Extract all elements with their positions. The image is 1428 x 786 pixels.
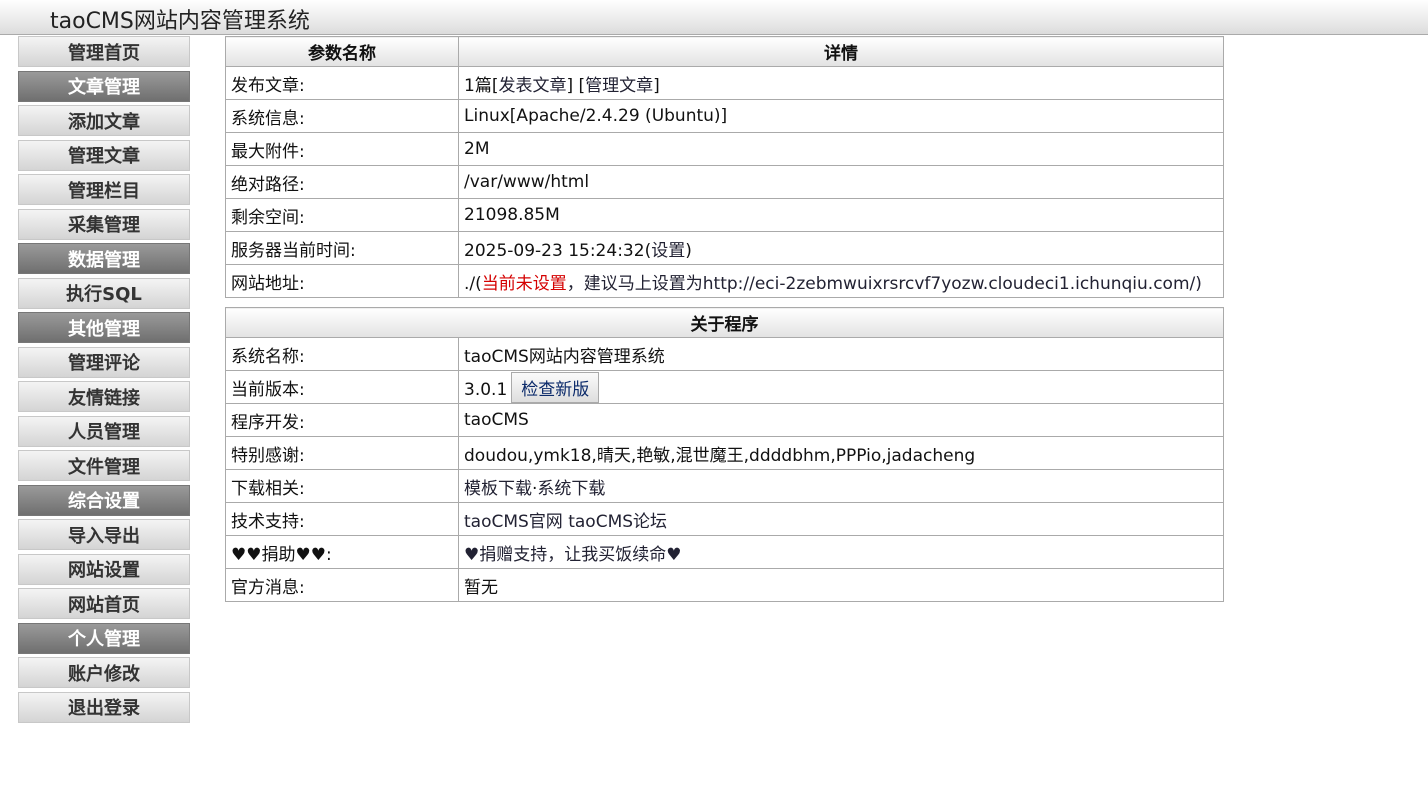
official-site-link[interactable]: taoCMS官网 [464, 512, 563, 532]
manage-article-link[interactable]: 管理文章 [585, 76, 653, 96]
template-download-link[interactable]: 模板下载 [464, 479, 532, 499]
row-label: 技术支持: [225, 502, 459, 536]
row-label: 最大附件: [225, 132, 459, 166]
header-detail: 详情 [458, 36, 1224, 67]
row-label: 特别感谢: [225, 436, 459, 470]
row-value: taoCMS官网 taoCMS论坛 [458, 502, 1224, 536]
row-value: 模板下载·系统下载 [458, 469, 1224, 503]
info-table: 参数名称 详情 发布文章: 1篇[发表文章] [管理文章] 系统信息: Linu… [225, 36, 1224, 298]
row-label: 剩余空间: [225, 198, 459, 232]
sidebar-section-header: 综合设置 [18, 484, 190, 516]
table-row: 程序开发: taoCMS [225, 403, 1224, 437]
top-bar: taoCMS网站内容管理系统 [0, 0, 1428, 35]
sidebar-item[interactable]: 网站设置 [18, 553, 190, 585]
system-download-link[interactable]: 系统下载 [537, 479, 605, 499]
table-row: 剩余空间: 21098.85M [225, 198, 1224, 232]
forum-link[interactable]: taoCMS论坛 [568, 512, 667, 532]
server-time-value: 2025-09-23 15:24:32 [464, 240, 645, 261]
row-value: 21098.85M [458, 198, 1224, 232]
about-header: 关于程序 [225, 307, 1224, 338]
table-row: 当前版本: 3.0.1 检查新版 [225, 370, 1224, 404]
table-row: 下载相关: 模板下载·系统下载 [225, 469, 1224, 503]
url-prefix: ./( [464, 273, 482, 294]
row-label: 绝对路径: [225, 165, 459, 199]
sidebar-section-header: 数据管理 [18, 243, 190, 274]
row-value: 暂无 [458, 568, 1224, 602]
sidebar-item[interactable]: 网站首页 [18, 588, 190, 619]
time-settings-link[interactable]: 设置 [651, 241, 685, 261]
row-label: 官方消息: [225, 568, 459, 602]
sidebar-section-header: 文章管理 [18, 70, 190, 102]
sidebar-item[interactable]: 执行SQL [18, 277, 190, 309]
sidebar-item[interactable]: 添加文章 [18, 105, 190, 136]
table-row: 绝对路径: /var/www/html [225, 165, 1224, 199]
url-warning: 当前未设置 [481, 273, 567, 294]
bracket: ] [ [566, 75, 586, 96]
row-label: 系统名称: [225, 337, 459, 371]
table-row: 服务器当前时间: 2025-09-23 15:24:32(设置) [225, 231, 1224, 265]
row-value: Linux[Apache/2.4.29 (Ubuntu)] [458, 99, 1224, 133]
row-label: 下载相关: [225, 469, 459, 503]
bracket: ] [653, 75, 660, 96]
version-value: 3.0.1 [464, 379, 508, 400]
table-row: 网站地址: ./(当前未设置，建议马上设置为http://eci-2zebmwu… [225, 264, 1224, 298]
sidebar-item[interactable]: 友情链接 [18, 381, 190, 412]
row-value: 2025-09-23 15:24:32(设置) [458, 231, 1224, 265]
article-count: 1篇 [464, 75, 492, 96]
row-value: ♥捐赠支持，让我买饭续命♥ [458, 535, 1224, 569]
table-row: 技术支持: taoCMS官网 taoCMS论坛 [225, 502, 1224, 536]
sidebar-item[interactable]: 导入导出 [18, 519, 190, 550]
check-update-button[interactable]: 检查新版 [511, 371, 600, 403]
app-title: taoCMS网站内容管理系统 [50, 9, 310, 34]
sidebar-item[interactable]: 账户修改 [18, 657, 190, 688]
row-label: 网站地址: [225, 264, 459, 298]
table-row: 特别感谢: doudou,ymk18,晴天,艳敏,混世魔王,ddddbhm,PP… [225, 436, 1224, 470]
row-value: 2M [458, 132, 1224, 166]
sidebar-item[interactable]: 退出登录 [18, 691, 190, 723]
row-value: taoCMS [458, 403, 1224, 437]
sidebar-item[interactable]: 文件管理 [18, 450, 190, 481]
row-value: /var/www/html [458, 165, 1224, 199]
sidebar-item[interactable]: 管理文章 [18, 139, 190, 171]
url-suggestion-link[interactable]: ，建议马上设置为http://eci-2zebmwuixrsrcvf7yozw.… [567, 274, 1202, 294]
row-value: 3.0.1 检查新版 [458, 370, 1224, 404]
table-row: 最大附件: 2M [225, 132, 1224, 166]
row-label: ♥♥捐助♥♥: [225, 535, 459, 569]
sidebar-section-header: 个人管理 [18, 622, 190, 654]
publish-article-link[interactable]: 发表文章 [498, 76, 566, 96]
row-label: 发布文章: [225, 66, 459, 100]
row-value: 1篇[发表文章] [管理文章] [458, 66, 1224, 100]
sidebar-item[interactable]: 管理首页 [18, 36, 190, 67]
paren: ) [685, 240, 692, 261]
row-value: doudou,ymk18,晴天,艳敏,混世魔王,ddddbhm,PPPio,ja… [458, 436, 1224, 470]
sidebar-section-header: 其他管理 [18, 312, 190, 343]
sidebar-item[interactable]: 采集管理 [18, 208, 190, 240]
sidebar-item[interactable]: 管理评论 [18, 346, 190, 378]
sidebar-item[interactable]: 管理栏目 [18, 174, 190, 205]
header-param: 参数名称 [225, 36, 459, 67]
table-row: 系统名称: taoCMS网站内容管理系统 [225, 337, 1224, 371]
table-row: 发布文章: 1篇[发表文章] [管理文章] [225, 66, 1224, 100]
row-label: 系统信息: [225, 99, 459, 133]
table-row: ♥♥捐助♥♥: ♥捐赠支持，让我买饭续命♥ [225, 535, 1224, 569]
donate-link[interactable]: ♥捐赠支持，让我买饭续命♥ [464, 545, 681, 565]
row-label: 程序开发: [225, 403, 459, 437]
row-label: 服务器当前时间: [225, 231, 459, 265]
about-table: 关于程序 系统名称: taoCMS网站内容管理系统 当前版本: 3.0.1 检查新… [225, 307, 1224, 602]
table-row: 官方消息: 暂无 [225, 568, 1224, 602]
row-label: 当前版本: [225, 370, 459, 404]
row-value: ./(当前未设置，建议马上设置为http://eci-2zebmwuixrsrc… [458, 264, 1224, 298]
sidebar-item[interactable]: 人员管理 [18, 415, 190, 447]
row-value: taoCMS网站内容管理系统 [458, 337, 1224, 371]
sidebar: 管理首页 文章管理 添加文章 管理文章 管理栏目 采集管理 数据管理 执行SQL 其他管理 管理评… [18, 36, 190, 726]
table-row: 系统信息: Linux[Apache/2.4.29 (Ubuntu)] [225, 99, 1224, 133]
